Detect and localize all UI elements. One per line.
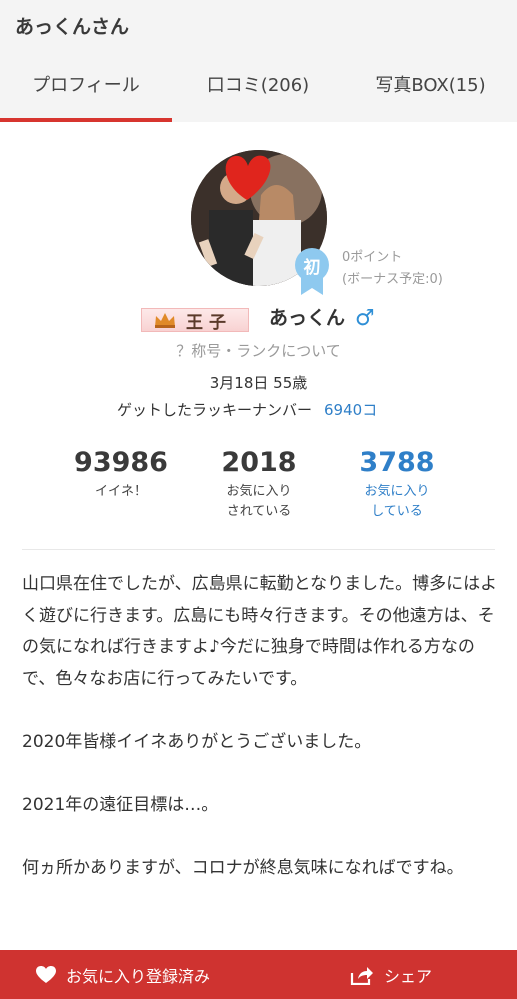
- stat-label: イイネ！: [94, 484, 147, 499]
- points-value: 0ポイント: [342, 250, 403, 265]
- tab-photo-box[interactable]: 写真BOX(15): [344, 62, 517, 122]
- stat-favoriting[interactable]: 3788 お気に入り している: [338, 448, 456, 522]
- bio-paragraph: 何ヵ所かありますが、コロナが終息気味になればですね。: [22, 857, 464, 878]
- tab-bar: プロフィール 口コミ(206) 写真BOX(15): [0, 62, 517, 122]
- stat-label-line1: お気に入り: [226, 484, 292, 499]
- rank-title-badge[interactable]: 王子: [141, 308, 249, 333]
- bio-paragraph: 山口県在住でしたが、広島県に転勤となりました。博多にはよく遊びに行きます。広島に…: [22, 574, 498, 689]
- tab-reviews[interactable]: 口コミ(206): [172, 62, 344, 122]
- lucky-number-label: ゲットしたラッキーナンバー: [117, 401, 313, 419]
- points-info: 0ポイント (ボーナス予定:0): [342, 247, 443, 291]
- lucky-number-row: ゲットしたラッキーナンバー 6940コ: [117, 399, 377, 420]
- lucky-number-link[interactable]: 6940コ: [324, 401, 377, 419]
- rank-help-link[interactable]: ？称号・ランクについて: [0, 340, 517, 361]
- male-icon: ♂: [355, 306, 375, 331]
- share-button[interactable]: シェア: [258, 950, 517, 999]
- stat-value: 2018: [221, 447, 297, 478]
- bio-paragraph: 2021年の遠征目標は…。: [22, 794, 219, 815]
- divider: [22, 549, 495, 550]
- bio-text: 山口県在住でしたが、広島県に転勤となりました。博多にはよく遊びに行きます。広島に…: [22, 569, 502, 916]
- first-badge-label: 初: [303, 258, 321, 278]
- crown-icon: [155, 313, 175, 328]
- page-title: あっくんさん: [15, 16, 130, 38]
- stat-value: 93986: [74, 447, 168, 478]
- stat-likes[interactable]: 93986 イイネ！: [62, 448, 180, 502]
- favorite-button[interactable]: お気に入り登録済み: [0, 950, 258, 999]
- tab-profile[interactable]: プロフィール: [0, 62, 172, 122]
- stat-favorited-by[interactable]: 2018 お気に入り されている: [200, 448, 318, 522]
- heart-icon: [36, 965, 56, 983]
- favorite-button-label: お気に入り登録済み: [66, 966, 211, 986]
- bonus-points: (ボーナス予定:0): [342, 272, 443, 287]
- rank-title-text: 王子: [186, 312, 232, 333]
- stat-label-line1: お気に入り: [364, 484, 430, 499]
- bottom-action-bar: お気に入り登録済み シェア: [0, 950, 517, 999]
- share-button-label: シェア: [384, 966, 433, 986]
- stat-label-line2: されている: [226, 504, 292, 519]
- stat-label-line2: している: [371, 504, 423, 519]
- stat-value: 3788: [359, 447, 435, 478]
- birthday-age: 3月18日 55歳: [209, 374, 308, 392]
- nickname: あっくん: [269, 307, 346, 329]
- top-header: あっくんさん プロフィール 口コミ(206) 写真BOX(15): [0, 0, 517, 122]
- bio-paragraph: 2020年皆様イイネありがとうございました。: [22, 731, 372, 752]
- share-icon: [350, 966, 373, 985]
- profile-page: あっくんさん プロフィール 口コミ(206) 写真BOX(15) 初 0ポイント: [0, 0, 517, 999]
